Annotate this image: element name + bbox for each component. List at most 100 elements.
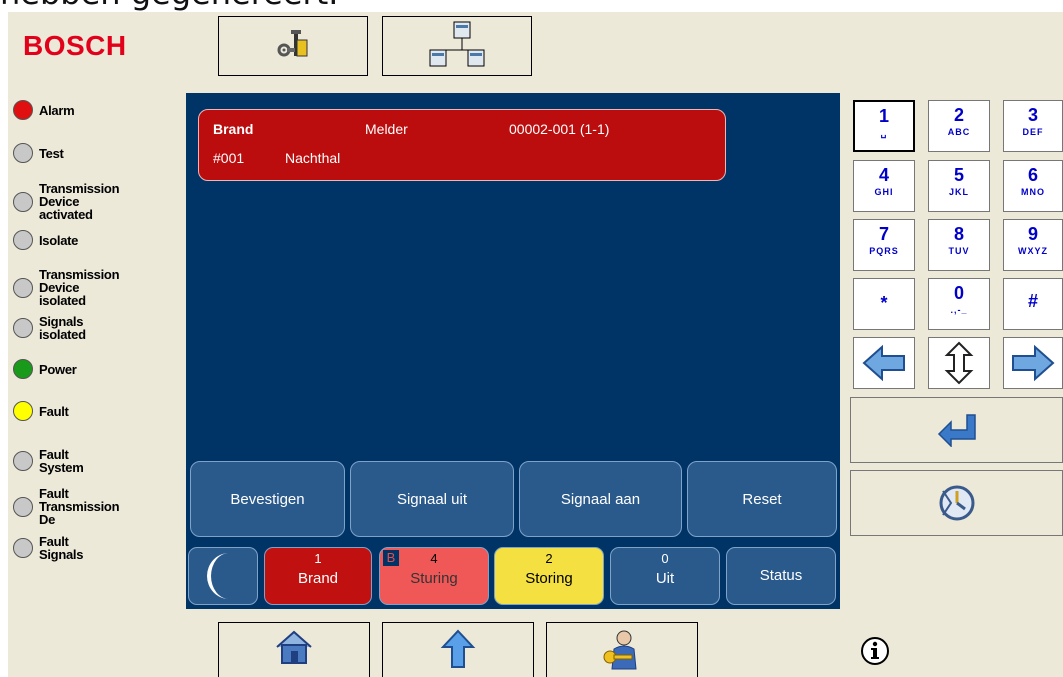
tab-uit[interactable]: 0 Uit [610,547,720,605]
maintenance-button[interactable] [218,16,368,76]
key-digit: 5 [953,165,964,185]
tools-icon [277,30,308,57]
led-label: Fault System [39,447,84,475]
up-level-button[interactable] [382,622,534,677]
led-dot [13,143,33,163]
tab-sturing-badge: B [383,550,399,566]
led-label: Power [39,361,77,377]
led-label: Transmission Device isolated [39,267,120,308]
led-label: Fault Signals [39,534,84,562]
led-dot [13,401,33,421]
alarm-location: Nachthal [285,150,341,166]
led-fault-transmission: Fault Transmission De [13,486,120,527]
arrow-left-icon [862,344,905,382]
led-power: Power [13,359,77,379]
key-digit: 2 [953,105,964,125]
led-dot [13,451,33,471]
led-dot [13,191,33,212]
clock-button[interactable] [850,470,1063,536]
key-9[interactable]: 9 WXYZ [1003,219,1063,271]
tab-sturing[interactable]: B 4 Sturing [379,547,489,605]
led-fault: Fault [13,401,69,421]
moon-icon [207,553,229,599]
info-button[interactable] [860,636,890,671]
led-dot [13,100,33,120]
key-3[interactable]: 3 DEF [1003,100,1063,152]
key-2[interactable]: 2 ABC [928,100,990,152]
night-mode-button[interactable] [188,547,258,605]
caption-text: hebben gegenereert. [0,0,338,12]
key-digit: 1 [878,106,889,126]
signal-off-button[interactable]: Signaal uit [350,461,514,537]
network-button[interactable] [382,16,532,76]
clock-icon [939,485,974,521]
key-letters: TUV [948,246,970,256]
alarm-address: 00002-001 (1-1) [509,121,610,137]
user-key-icon [603,630,637,670]
main-display: Brand Melder 00002-001 (1-1) #001 Nachth… [186,93,840,609]
led-isolate: Isolate [13,230,78,250]
led-dot [13,538,33,558]
enter-icon [937,414,976,447]
alarm-message-card[interactable]: Brand Melder 00002-001 (1-1) #001 Nachth… [198,109,726,181]
led-label: Test [39,145,64,161]
tab-brand[interactable]: 1 Brand [264,547,372,605]
up-arrow-icon [440,629,476,668]
led-fault-signals: Fault Signals [13,535,83,561]
arrow-up-down-button[interactable] [928,337,990,389]
enter-button[interactable] [850,397,1063,463]
key-asterisk[interactable]: * [853,278,915,330]
alarm-number: #001 [213,150,245,166]
reset-button[interactable]: Reset [687,461,837,537]
key-7[interactable]: 7 PQRS [853,219,915,271]
key-digit: 7 [878,224,889,244]
key-digit: 4 [878,165,889,185]
arrow-up-down-icon [944,341,974,385]
arrow-right-icon [1012,344,1055,382]
alarm-device: Melder [365,121,408,137]
arrow-right-button[interactable] [1003,337,1063,389]
led-label: Isolate [39,232,79,248]
bosch-logo: BOSCH [23,30,127,61]
key-letters: WXYZ [1018,246,1048,256]
home-button[interactable] [218,622,370,677]
tab-status[interactable]: Status [726,547,836,605]
key-letters: .,-_ [950,305,968,315]
login-button[interactable] [546,622,698,677]
key-hash[interactable]: # [1003,278,1063,330]
signal-on-button[interactable]: Signaal aan [519,461,682,537]
key-digit: 6 [1027,165,1038,185]
led-label: Signals isolated [39,314,86,342]
status-tab-bar: 1 Brand B 4 Sturing 2 Storing 0 Uit Stat… [186,547,840,607]
led-dot [13,277,33,298]
key-0[interactable]: 0 .,-_ [928,278,990,330]
key-4[interactable]: 4 GHI [853,160,915,212]
key-letters: DEF [1022,127,1044,137]
tab-brand-count: 1 [314,551,322,566]
network-icon [429,21,485,67]
led-alarm: Alarm [13,100,75,120]
key-digit: * [880,293,888,313]
key-6[interactable]: 6 MNO [1003,160,1063,212]
tab-sturing-label: Sturing [410,570,458,587]
key-1[interactable]: 1 ␣ [853,100,915,152]
key-letters: PQRS [869,246,899,256]
acknowledge-button[interactable]: Bevestigen [190,461,345,537]
control-panel: BOSCH Alarm Test Transmission Device act… [8,12,1063,677]
tab-uit-label: Uit [655,570,675,587]
alarm-type: Brand [213,121,254,137]
key-letters: JKL [948,187,969,197]
key-letters: ABC [947,127,971,137]
led-dot [13,318,33,338]
tab-storing[interactable]: 2 Storing [494,547,604,605]
led-label: Fault Transmission De [39,486,120,527]
key-8[interactable]: 8 TUV [928,219,990,271]
key-digit: 9 [1027,224,1038,244]
led-transmission-device-activated: Transmission Device activated [13,182,120,221]
led-fault-system: Fault System [13,447,84,475]
key-5[interactable]: 5 JKL [928,160,990,212]
arrow-left-button[interactable] [853,337,915,389]
tab-brand-label: Brand [297,570,339,587]
tab-storing-count: 2 [545,551,553,566]
led-dot [13,230,33,250]
